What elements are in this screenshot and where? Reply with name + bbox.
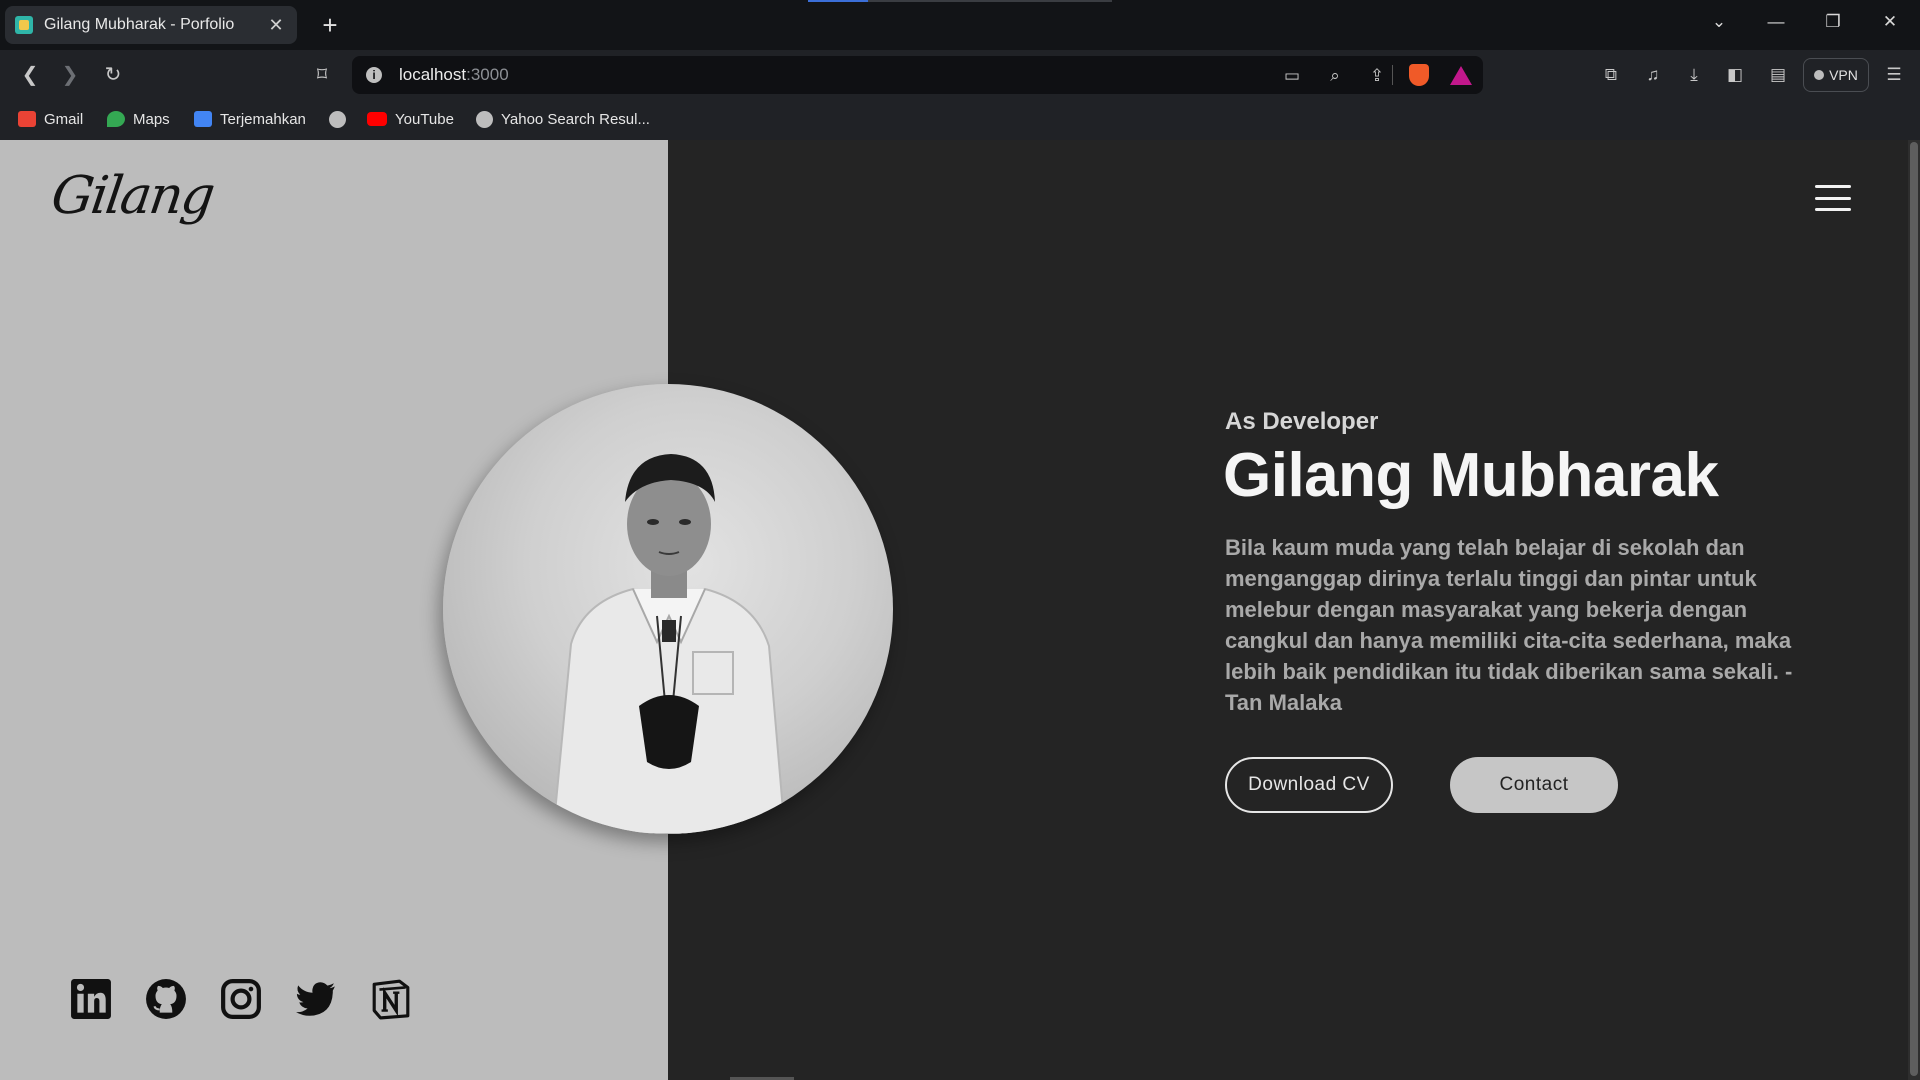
translate-icon xyxy=(194,111,212,127)
notion-icon xyxy=(372,979,410,1020)
url-text[interactable]: localhost:3000 xyxy=(399,65,509,85)
github-link[interactable] xyxy=(145,978,187,1020)
menu-icon[interactable]: ☰ xyxy=(1882,64,1906,86)
extensions-icon[interactable]: ⧉ xyxy=(1599,64,1623,86)
brave-shields-icon[interactable] xyxy=(1409,64,1429,86)
bookmark-translate[interactable]: Terjemahkan xyxy=(194,107,306,131)
site-logo[interactable]: Gilang xyxy=(48,166,217,226)
minimize-icon[interactable]: — xyxy=(1763,12,1789,32)
person-portrait-illustration xyxy=(551,454,787,834)
linkedin-link[interactable] xyxy=(70,978,112,1020)
github-icon xyxy=(146,979,186,1019)
vpn-button[interactable]: VPN xyxy=(1803,58,1869,92)
site-info-icon[interactable]: i xyxy=(366,67,382,83)
globe-icon xyxy=(476,110,493,128)
linkedin-icon xyxy=(71,979,111,1019)
hero-quote: Bila kaum muda yang telah belajar di sek… xyxy=(1225,535,1793,715)
instagram-link[interactable] xyxy=(220,978,262,1020)
youtube-icon xyxy=(367,112,387,126)
hamburger-line xyxy=(1815,185,1851,188)
forward-icon[interactable]: ❯ xyxy=(56,62,84,88)
share-icon[interactable]: ⇪ xyxy=(1366,65,1388,87)
favicon-icon xyxy=(15,16,33,34)
bookmark-icon[interactable]: ⌑ xyxy=(308,62,336,88)
download-cv-button[interactable]: Download CV xyxy=(1225,757,1393,813)
bookmark-globe[interactable] xyxy=(329,107,346,131)
window-close-icon[interactable]: ✕ xyxy=(1877,12,1903,32)
back-icon[interactable]: ❮ xyxy=(16,62,44,88)
bookmark-label: YouTube xyxy=(395,110,454,128)
hamburger-menu-icon[interactable] xyxy=(1815,185,1851,211)
contact-button[interactable]: Contact xyxy=(1450,757,1618,813)
page-viewport: Gilang As Developer Gilang Mubharak Bila… xyxy=(0,140,1920,1080)
bookmark-yahoo[interactable]: Yahoo Search Resul... xyxy=(476,107,650,131)
new-tab-button[interactable]: + xyxy=(315,10,345,40)
bookmark-label: Terjemahkan xyxy=(220,110,306,128)
scrollbar-thumb[interactable] xyxy=(1910,142,1918,1076)
twitter-link[interactable] xyxy=(295,978,337,1020)
notion-link[interactable] xyxy=(370,978,412,1020)
address-bar[interactable]: i localhost:3000 ▭ ⌕ ⇪ xyxy=(352,56,1483,94)
media-icon[interactable]: ♫ xyxy=(1641,64,1665,86)
bookmark-gmail[interactable]: Gmail xyxy=(18,107,83,131)
bookmark-label: Gmail xyxy=(44,110,84,128)
tab-search-chevron-icon[interactable]: ⌄ xyxy=(1706,12,1732,32)
separator xyxy=(1392,65,1393,85)
cast-icon[interactable]: ▭ xyxy=(1281,65,1303,87)
bookmark-maps[interactable]: Maps xyxy=(107,107,170,131)
profile-photo xyxy=(443,384,893,834)
hero-name: Gilang Mubharak xyxy=(1223,441,1719,510)
restore-icon[interactable]: ❐ xyxy=(1820,12,1846,32)
instagram-icon xyxy=(221,979,261,1019)
wallet-icon[interactable]: ▤ xyxy=(1766,64,1790,86)
tab-title: Gilang Mubharak - Porfolio xyxy=(44,16,235,33)
twitter-icon xyxy=(296,982,335,1016)
page-scrollbar[interactable] xyxy=(1908,140,1920,1080)
hamburger-line xyxy=(1815,208,1851,211)
zoom-icon[interactable]: ⌕ xyxy=(1324,65,1346,87)
url-port: :3000 xyxy=(466,65,509,84)
bookmark-youtube[interactable]: YouTube xyxy=(367,107,454,131)
social-links xyxy=(70,978,412,1020)
globe-icon xyxy=(329,110,346,128)
tab-close-icon[interactable]: ✕ xyxy=(265,15,287,36)
maps-icon xyxy=(107,111,125,127)
reload-icon[interactable]: ↻ xyxy=(99,62,127,88)
bookmark-label: Yahoo Search Resul... xyxy=(501,110,650,128)
sidebar-icon[interactable]: ◧ xyxy=(1723,64,1747,86)
hero-subtitle: As Developer xyxy=(1225,408,1379,435)
bookmark-label: Maps xyxy=(133,110,170,128)
loading-track xyxy=(868,0,1112,2)
brave-rewards-icon[interactable] xyxy=(1450,66,1472,85)
downloads-icon[interactable]: ⤓ xyxy=(1682,64,1706,86)
loading-indicator xyxy=(808,0,868,2)
hamburger-line xyxy=(1815,196,1851,200)
vpn-status-icon xyxy=(1814,70,1825,80)
gmail-icon xyxy=(18,111,36,127)
vpn-label: VPN xyxy=(1829,67,1858,83)
browser-tab[interactable]: Gilang Mubharak - Porfolio ✕ xyxy=(5,6,297,44)
url-host: localhost xyxy=(399,65,467,84)
